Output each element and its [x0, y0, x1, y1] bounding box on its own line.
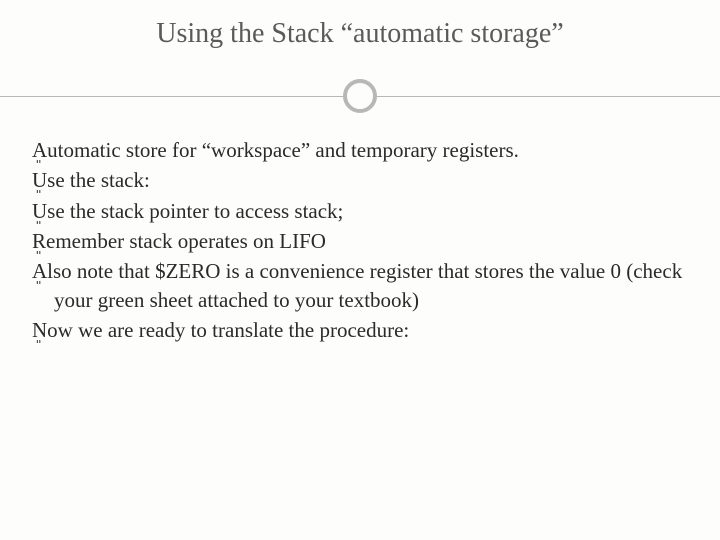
bullet-text: Now we are ready to translate the proced… — [32, 318, 409, 342]
bullet-text: Use the stack: — [32, 168, 150, 192]
list-item: ܸNow we are ready to translate the proce… — [32, 316, 688, 344]
title-divider — [28, 78, 692, 114]
bullet-text: Remember stack operates on LIFO — [32, 229, 326, 253]
list-item: ܸUse the stack: — [32, 166, 688, 194]
list-item: ܸRemember stack operates on LIFO — [32, 227, 688, 255]
bullet-text: Also note that $ZERO is a convenience re… — [32, 259, 682, 311]
list-item: ܸAutomatic store for “workspace” and tem… — [32, 136, 688, 164]
divider-circle-icon — [343, 79, 377, 113]
list-item: ܸUse the stack pointer to access stack; — [32, 197, 688, 225]
slide: Using the Stack “automatic storage” ܸAut… — [0, 0, 720, 540]
slide-title: Using the Stack “automatic storage” — [28, 18, 692, 50]
bullet-text: Automatic store for “workspace” and temp… — [32, 138, 519, 162]
bullet-text: Use the stack pointer to access stack; — [32, 199, 343, 223]
list-item: ܸAlso note that $ZERO is a convenience r… — [32, 257, 688, 314]
content-area: ܸAutomatic store for “workspace” and tem… — [28, 136, 692, 344]
